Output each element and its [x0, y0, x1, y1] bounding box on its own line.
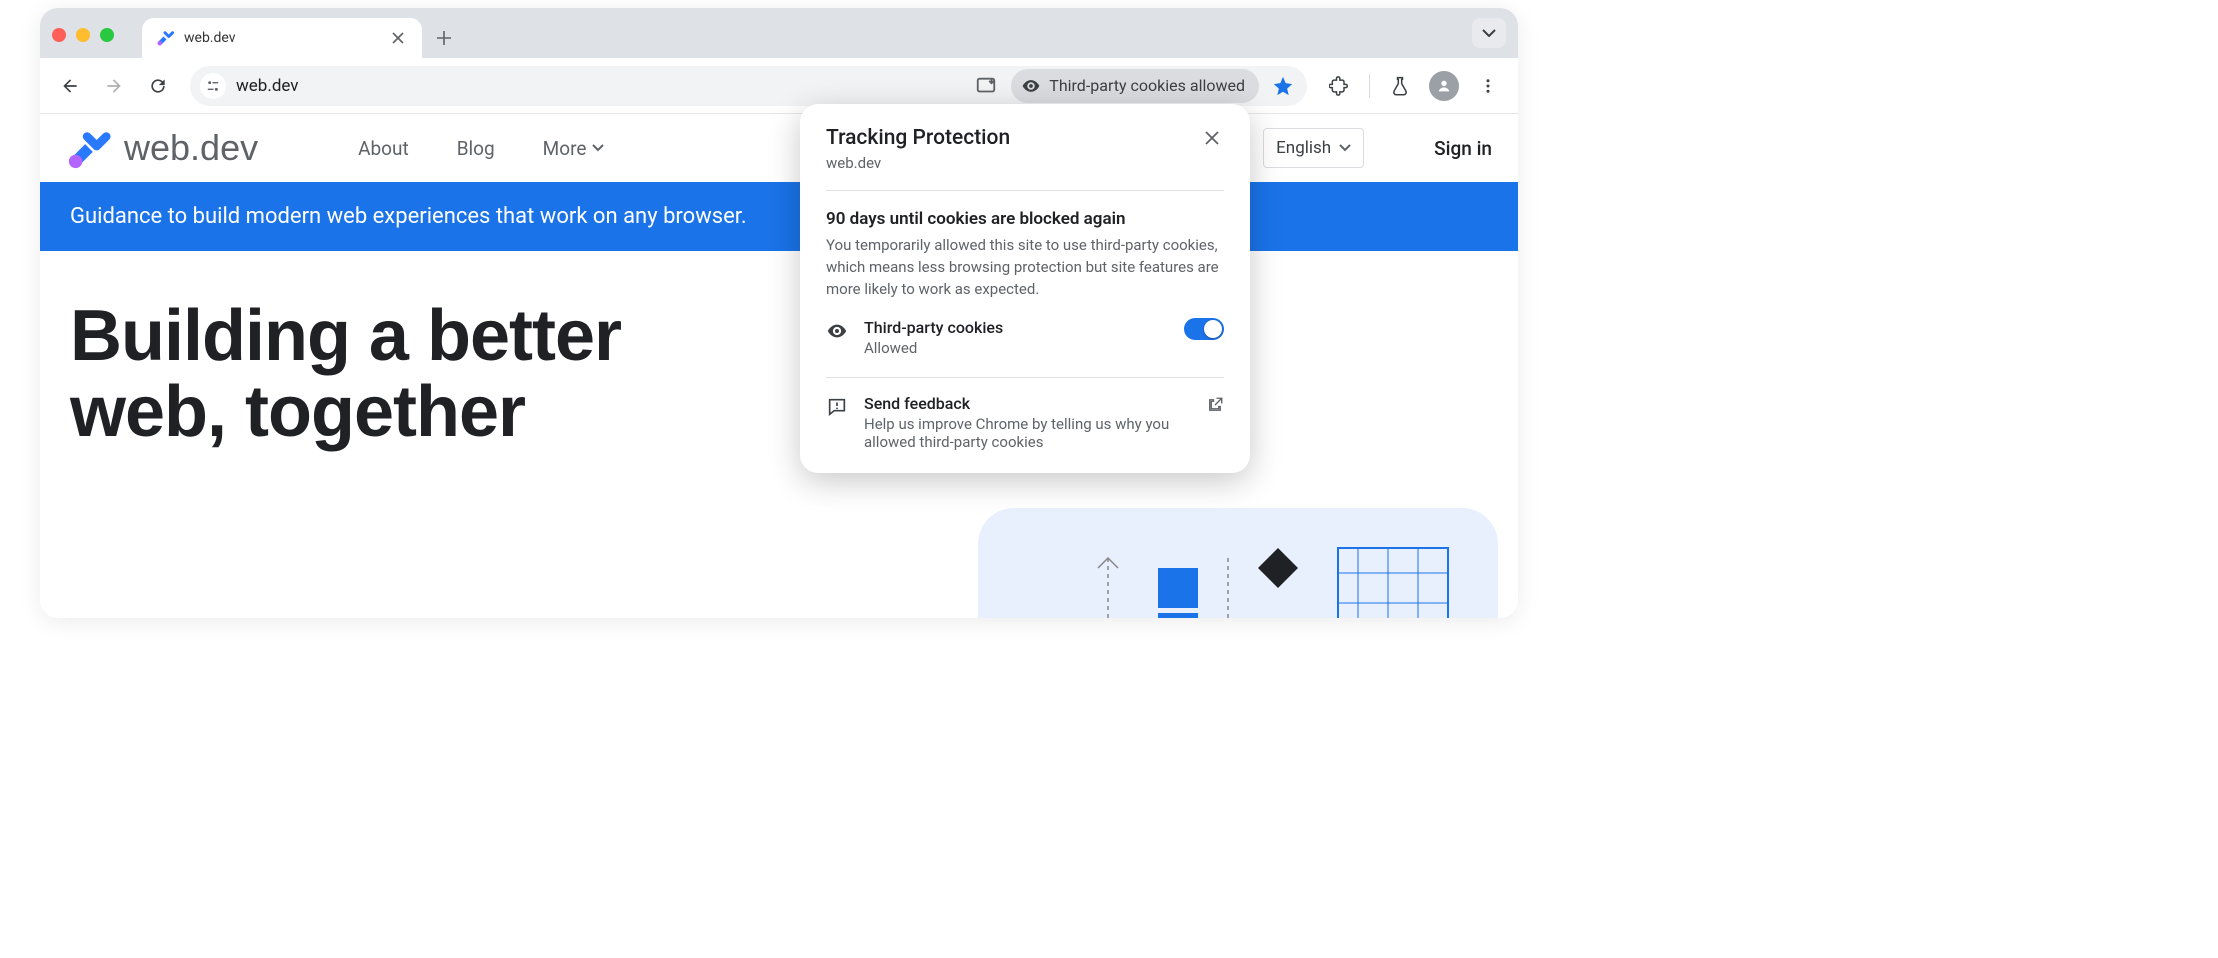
browser-toolbar: web.dev Third-party cookies allowed: [40, 58, 1518, 114]
hero-heading: Building a better web, together: [70, 299, 1488, 450]
banner-text: Guidance to build modern web experiences…: [70, 204, 747, 229]
site-logo-text: web.dev: [124, 127, 258, 169]
tp-days-heading: 90 days until cookies are blocked again: [826, 209, 1224, 229]
tp-days-body: You temporarily allowed this site to use…: [826, 235, 1224, 300]
cookies-status-chip[interactable]: Third-party cookies allowed: [1011, 69, 1259, 103]
browser-tab[interactable]: web.dev: [142, 18, 422, 58]
tp-site: web.dev: [826, 154, 1010, 172]
tp-feedback-title: Send feedback: [864, 394, 1190, 413]
labs-icon[interactable]: [1382, 68, 1418, 104]
nav-more-label: More: [543, 137, 587, 160]
webdev-logo-icon: [66, 125, 112, 171]
kebab-menu-icon[interactable]: [1470, 68, 1506, 104]
webdev-favicon-icon: [156, 29, 174, 47]
nav-blog[interactable]: Blog: [457, 137, 495, 160]
tracking-protection-popup: Tracking Protection web.dev 90 days unti…: [800, 104, 1250, 473]
chevron-down-icon: [592, 144, 604, 152]
profile-avatar-icon[interactable]: [1426, 68, 1462, 104]
toolbar-divider: [1369, 74, 1370, 98]
signin-link[interactable]: Sign in: [1434, 137, 1492, 160]
tp-cookie-status: Allowed: [864, 339, 1168, 357]
nav-back-button[interactable]: [52, 68, 88, 104]
hero-line2: web, together: [70, 372, 525, 452]
tab-overflow-button[interactable]: [1472, 18, 1506, 48]
window-maximize-icon[interactable]: [100, 28, 114, 42]
tp-cookie-row: Third-party cookies Allowed: [826, 318, 1224, 357]
divider: [826, 190, 1224, 191]
cookies-toggle[interactable]: [1184, 318, 1224, 340]
announcement-banner: Guidance to build modern web experiences…: [40, 182, 1518, 251]
tp-cookie-title: Third-party cookies: [864, 318, 1168, 337]
window-controls: [52, 28, 114, 42]
tp-title: Tracking Protection: [826, 126, 1010, 150]
window-close-icon[interactable]: [52, 28, 66, 42]
close-icon[interactable]: [1200, 126, 1224, 150]
site-nav: About Blog More: [358, 137, 604, 160]
reload-button[interactable]: [140, 68, 176, 104]
bookmark-star-icon[interactable]: [1269, 72, 1297, 100]
window-minimize-icon[interactable]: [76, 28, 90, 42]
nav-more[interactable]: More: [543, 137, 605, 160]
tp-feedback-row[interactable]: Send feedback Help us improve Chrome by …: [826, 394, 1224, 451]
page-viewport: web.dev About Blog More English Sign in …: [40, 114, 1518, 618]
hero-illustration: [978, 508, 1498, 618]
tab-strip: web.dev: [40, 8, 1518, 58]
hero-line1: Building a better: [70, 296, 621, 376]
new-tab-button[interactable]: [428, 22, 460, 54]
tab-close-icon[interactable]: [388, 30, 408, 46]
nav-forward-button[interactable]: [96, 68, 132, 104]
hero: Building a better web, together: [40, 251, 1518, 450]
tab-title: web.dev: [184, 30, 378, 46]
site-logo[interactable]: web.dev: [66, 125, 258, 171]
cookies-chip-label: Third-party cookies allowed: [1049, 76, 1245, 95]
nav-about[interactable]: About: [358, 137, 409, 160]
address-bar[interactable]: web.dev Third-party cookies allowed: [190, 66, 1307, 106]
extensions-icon[interactable]: [1321, 68, 1357, 104]
eye-icon: [826, 320, 848, 342]
install-pwa-icon[interactable]: [971, 71, 1001, 101]
url-text: web.dev: [236, 76, 961, 96]
site-settings-icon[interactable]: [200, 73, 226, 99]
tp-feedback-body: Help us improve Chrome by telling us why…: [864, 415, 1190, 451]
chevron-down-icon: [1339, 144, 1351, 152]
open-external-icon[interactable]: [1206, 396, 1224, 414]
language-label: English: [1276, 138, 1331, 158]
feedback-icon: [826, 396, 848, 418]
language-select[interactable]: English: [1263, 128, 1364, 168]
site-header: web.dev About Blog More English Sign in: [40, 114, 1518, 182]
browser-window: web.dev web.dev: [40, 8, 1518, 618]
eye-icon: [1021, 76, 1041, 96]
divider: [826, 377, 1224, 378]
